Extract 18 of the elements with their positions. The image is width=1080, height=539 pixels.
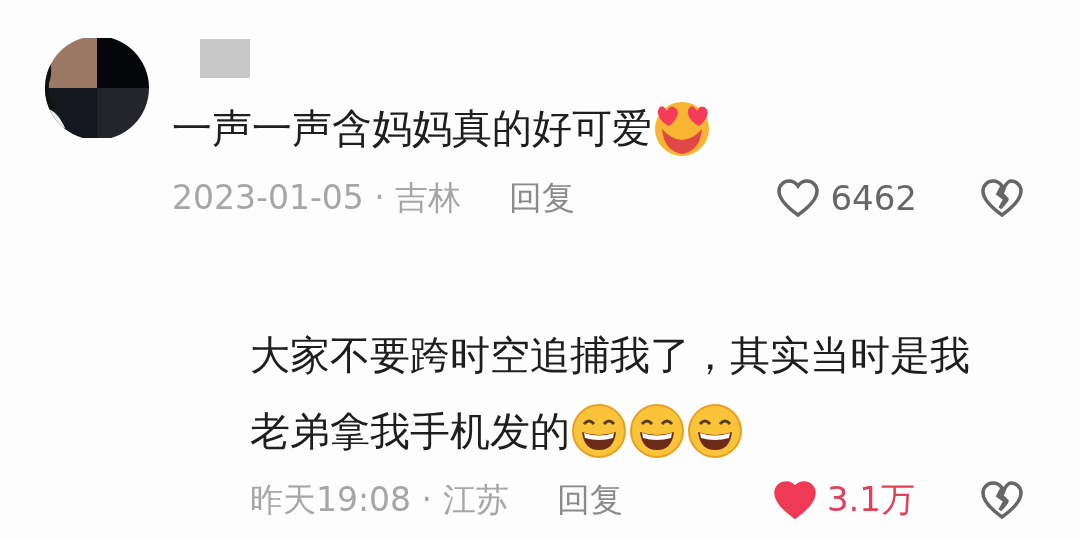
heart-icon[interactable]	[772, 480, 817, 520]
comment-date-location: 昨天19:08 · 江苏	[250, 478, 509, 521]
username-redaction	[200, 39, 250, 78]
heart-icon[interactable]	[776, 178, 821, 218]
comment-text: 一声一声含妈妈真的好可爱	[172, 104, 652, 153]
heart-eyes-emoji-icon	[652, 99, 712, 157]
comment-date-location: 2023-01-05 · 吉林	[172, 176, 462, 219]
grin-emoji-icon	[628, 402, 686, 460]
like-count: 3.1万	[826, 478, 915, 521]
broken-heart-icon[interactable]	[979, 178, 1025, 218]
like-count: 6462	[830, 178, 917, 218]
reply-text: 老弟拿我手机发的	[250, 407, 570, 456]
grin-emoji-icon	[686, 402, 744, 460]
grin-emoji-icon	[570, 402, 628, 460]
reply-link[interactable]: 回复	[509, 175, 576, 221]
reply-link[interactable]: 回复	[556, 477, 623, 523]
reply-text: 大家不要跨时空追捕我了，其实当时是我	[250, 331, 970, 380]
broken-heart-icon[interactable]	[979, 480, 1025, 520]
